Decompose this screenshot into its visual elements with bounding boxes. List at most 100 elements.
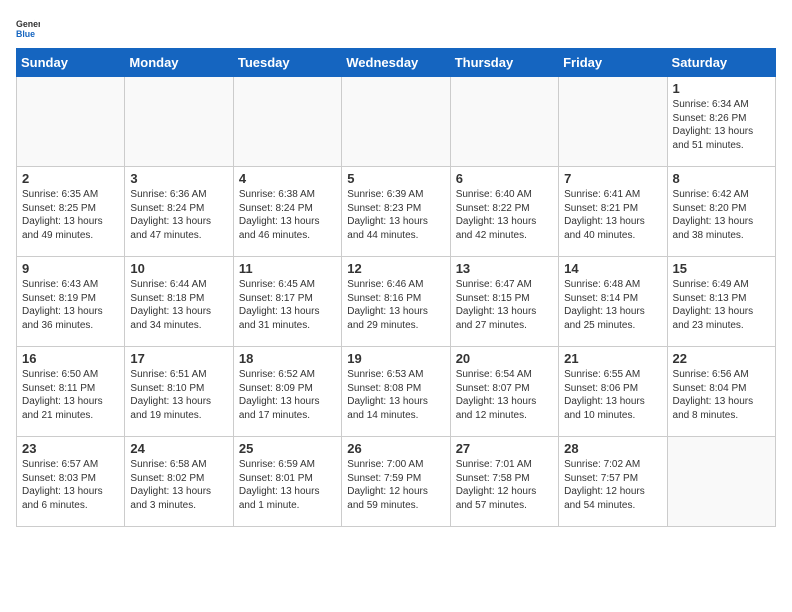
day-info: Sunrise: 6:51 AM Sunset: 8:10 PM Dayligh… (130, 368, 227, 422)
day-info: Sunrise: 6:54 AM Sunset: 8:07 PM Dayligh… (456, 368, 553, 422)
day-cell: 14Sunrise: 6:48 AM Sunset: 8:14 PM Dayli… (559, 257, 667, 347)
day-info: Sunrise: 6:45 AM Sunset: 8:17 PM Dayligh… (239, 278, 336, 332)
weekday-header-row: SundayMondayTuesdayWednesdayThursdayFrid… (17, 49, 776, 77)
day-info: Sunrise: 6:43 AM Sunset: 8:19 PM Dayligh… (22, 278, 119, 332)
day-info: Sunrise: 6:57 AM Sunset: 8:03 PM Dayligh… (22, 458, 119, 512)
day-cell: 16 Sunrise: 6:50 AM Sunset: 8:11 PM Dayli… (17, 347, 125, 437)
day-info: Sunrise: 6:55 AM Sunset: 8:06 PM Dayligh… (564, 368, 661, 422)
day-number: 16 (22, 351, 119, 366)
weekday-header-friday: Friday (559, 49, 667, 77)
day-cell (559, 77, 667, 167)
day-cell (17, 77, 125, 167)
day-cell: 10 Sunrise: 6:44 AM Sunset: 8:18 PM Dayli… (125, 257, 233, 347)
day-info: Sunrise: 7:02 AM Sunset: 7:57 PM Dayligh… (564, 458, 661, 512)
day-number: 24 (130, 441, 227, 456)
day-cell: 1 Sunrise: 6:34 AM Sunset: 8:26 PM Daylig… (667, 77, 775, 167)
day-cell (233, 77, 341, 167)
day-cell: 23 Sunrise: 6:57 AM Sunset: 8:03 PM Dayli… (17, 437, 125, 527)
weekday-header-thursday: Thursday (450, 49, 558, 77)
day-info: Sunrise: 6:50 AM Sunset: 8:11 PM Dayligh… (22, 368, 119, 422)
day-cell: 15 Sunrise: 6:49 AM Sunset: 8:13 PM Dayli… (667, 257, 775, 347)
day-cell: 18Sunrise: 6:52 AM Sunset: 8:09 PM Dayli… (233, 347, 341, 437)
day-cell: 9Sunrise: 6:43 AM Sunset: 8:19 PM Daylig… (17, 257, 125, 347)
day-info: Sunrise: 6:58 AM Sunset: 8:02 PM Dayligh… (130, 458, 227, 512)
day-number: 12 (347, 261, 444, 276)
day-number: 17 (130, 351, 227, 366)
day-info: Sunrise: 6:40 AM Sunset: 8:22 PM Dayligh… (456, 188, 553, 242)
day-number: 25 (239, 441, 336, 456)
day-cell: 11 Sunrise: 6:45 AM Sunset: 8:17 PM Dayli… (233, 257, 341, 347)
day-cell: 27Sunrise: 7:01 AM Sunset: 7:58 PM Dayli… (450, 437, 558, 527)
week-row-5: 23 Sunrise: 6:57 AM Sunset: 8:03 PM Dayli… (17, 437, 776, 527)
day-cell (125, 77, 233, 167)
logo: General Blue (16, 16, 40, 40)
weekday-header-saturday: Saturday (667, 49, 775, 77)
day-number: 21 (564, 351, 661, 366)
week-row-1: 1 Sunrise: 6:34 AM Sunset: 8:26 PM Daylig… (17, 77, 776, 167)
day-number: 8 (673, 171, 770, 186)
day-cell: 28 Sunrise: 7:02 AM Sunset: 7:57 PM Dayli… (559, 437, 667, 527)
weekday-header-monday: Monday (125, 49, 233, 77)
calendar-table: SundayMondayTuesdayWednesdayThursdayFrid… (16, 48, 776, 527)
day-cell: 21 Sunrise: 6:55 AM Sunset: 8:06 PM Dayli… (559, 347, 667, 437)
day-number: 2 (22, 171, 119, 186)
day-info: Sunrise: 6:34 AM Sunset: 8:26 PM Dayligh… (673, 98, 770, 152)
day-cell: 26Sunrise: 7:00 AM Sunset: 7:59 PM Dayli… (342, 437, 450, 527)
page-header: General Blue (16, 16, 776, 40)
day-info: Sunrise: 6:56 AM Sunset: 8:04 PM Dayligh… (673, 368, 770, 422)
day-number: 11 (239, 261, 336, 276)
day-number: 20 (456, 351, 553, 366)
day-cell: 19Sunrise: 6:53 AM Sunset: 8:08 PM Dayli… (342, 347, 450, 437)
day-cell: 24 Sunrise: 6:58 AM Sunset: 8:02 PM Dayli… (125, 437, 233, 527)
day-cell: 12 Sunrise: 6:46 AM Sunset: 8:16 PM Dayli… (342, 257, 450, 347)
day-cell: 20 Sunrise: 6:54 AM Sunset: 8:07 PM Dayli… (450, 347, 558, 437)
day-cell: 17 Sunrise: 6:51 AM Sunset: 8:10 PM Dayli… (125, 347, 233, 437)
weekday-header-wednesday: Wednesday (342, 49, 450, 77)
week-row-4: 16 Sunrise: 6:50 AM Sunset: 8:11 PM Dayli… (17, 347, 776, 437)
day-info: Sunrise: 6:41 AM Sunset: 8:21 PM Dayligh… (564, 188, 661, 242)
day-info: Sunrise: 6:39 AM Sunset: 8:23 PM Dayligh… (347, 188, 444, 242)
day-number: 5 (347, 171, 444, 186)
day-number: 15 (673, 261, 770, 276)
day-info: Sunrise: 6:52 AM Sunset: 8:09 PM Dayligh… (239, 368, 336, 422)
day-cell: 6 Sunrise: 6:40 AM Sunset: 8:22 PM Daylig… (450, 167, 558, 257)
day-number: 3 (130, 171, 227, 186)
week-row-3: 9Sunrise: 6:43 AM Sunset: 8:19 PM Daylig… (17, 257, 776, 347)
day-cell: 8 Sunrise: 6:42 AM Sunset: 8:20 PM Daylig… (667, 167, 775, 257)
day-cell: 22 Sunrise: 6:56 AM Sunset: 8:04 PM Dayli… (667, 347, 775, 437)
day-cell: 7 Sunrise: 6:41 AM Sunset: 8:21 PM Daylig… (559, 167, 667, 257)
day-number: 27 (456, 441, 553, 456)
day-number: 6 (456, 171, 553, 186)
day-info: Sunrise: 6:47 AM Sunset: 8:15 PM Dayligh… (456, 278, 553, 332)
day-number: 13 (456, 261, 553, 276)
day-cell: 5 Sunrise: 6:39 AM Sunset: 8:23 PM Daylig… (342, 167, 450, 257)
day-info: Sunrise: 6:44 AM Sunset: 8:18 PM Dayligh… (130, 278, 227, 332)
day-cell: 25 Sunrise: 6:59 AM Sunset: 8:01 PM Dayli… (233, 437, 341, 527)
day-number: 14 (564, 261, 661, 276)
day-number: 28 (564, 441, 661, 456)
svg-text:Blue: Blue (16, 29, 35, 39)
day-number: 7 (564, 171, 661, 186)
logo-icon: General Blue (16, 16, 40, 40)
day-info: Sunrise: 6:38 AM Sunset: 8:24 PM Dayligh… (239, 188, 336, 242)
day-number: 19 (347, 351, 444, 366)
day-cell: 2Sunrise: 6:35 AM Sunset: 8:25 PM Daylig… (17, 167, 125, 257)
day-info: Sunrise: 6:49 AM Sunset: 8:13 PM Dayligh… (673, 278, 770, 332)
day-cell: 4 Sunrise: 6:38 AM Sunset: 8:24 PM Daylig… (233, 167, 341, 257)
day-cell (450, 77, 558, 167)
day-number: 22 (673, 351, 770, 366)
day-info: Sunrise: 7:00 AM Sunset: 7:59 PM Dayligh… (347, 458, 444, 512)
day-number: 10 (130, 261, 227, 276)
day-info: Sunrise: 6:59 AM Sunset: 8:01 PM Dayligh… (239, 458, 336, 512)
day-number: 23 (22, 441, 119, 456)
day-number: 1 (673, 81, 770, 96)
day-number: 4 (239, 171, 336, 186)
day-info: Sunrise: 6:46 AM Sunset: 8:16 PM Dayligh… (347, 278, 444, 332)
svg-text:General: General (16, 19, 40, 29)
day-cell: 3 Sunrise: 6:36 AM Sunset: 8:24 PM Daylig… (125, 167, 233, 257)
weekday-header-tuesday: Tuesday (233, 49, 341, 77)
day-cell (667, 437, 775, 527)
day-info: Sunrise: 6:36 AM Sunset: 8:24 PM Dayligh… (130, 188, 227, 242)
day-cell (342, 77, 450, 167)
day-info: Sunrise: 6:42 AM Sunset: 8:20 PM Dayligh… (673, 188, 770, 242)
